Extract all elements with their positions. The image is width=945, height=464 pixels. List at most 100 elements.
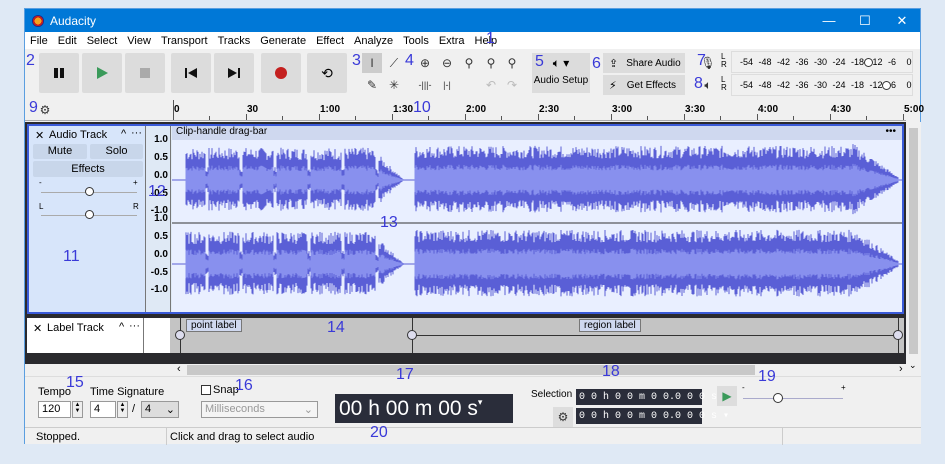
meter-tick: -54 <box>740 80 754 90</box>
zoom-in-button[interactable]: ⊕ <box>415 53 435 73</box>
close-button[interactable]: ✕ <box>885 9 919 32</box>
pause-button[interactable] <box>39 53 79 93</box>
label-area[interactable]: point label region label <box>170 318 904 353</box>
vertical-scrollbar[interactable]: ⌄ <box>906 122 921 376</box>
close-track-icon[interactable]: ✕ <box>33 322 42 335</box>
play-at-speed-button[interactable]: ▶ <box>717 386 737 406</box>
scroll-left-icon[interactable]: ‹ <box>177 363 181 375</box>
snap-unit-select[interactable]: Milliseconds ⌄ <box>201 401 318 418</box>
menu-tools[interactable]: Tools <box>403 35 429 47</box>
collapse-icon[interactable]: ^ <box>121 128 126 140</box>
zoom-toggle-button[interactable]: ⚲ <box>502 53 522 73</box>
menu-view[interactable]: View <box>127 35 151 47</box>
track-menu-icon[interactable]: ··· <box>129 320 140 332</box>
maximize-button[interactable]: ☐ <box>848 9 882 32</box>
meter-thumb[interactable] <box>864 58 873 67</box>
meter-lr-label: LR <box>721 75 727 92</box>
skip-start-button[interactable] <box>171 53 211 93</box>
clip[interactable]: Clip-handle drag-bar ••• <box>172 126 902 312</box>
selection-start[interactable]: 0 0 h 0 0 m 0 0.0 0 0 s ▾ <box>576 389 729 405</box>
playback-speed-slider[interactable] <box>743 398 843 399</box>
fit-selection-button[interactable]: ⚲ <box>459 53 479 73</box>
collapse-icon[interactable]: ^ <box>119 321 124 333</box>
pause-icon <box>54 68 64 78</box>
track-menu-icon[interactable]: ··· <box>131 127 142 139</box>
clip-handle-drag-bar[interactable]: Clip-handle drag-bar ••• <box>172 126 902 140</box>
solo-button[interactable]: Solo <box>90 144 143 159</box>
record-button[interactable] <box>261 53 301 93</box>
share-audio-button[interactable]: ⇪ Share Audio <box>603 53 685 73</box>
scroll-right-icon[interactable]: › <box>899 363 903 375</box>
fit-project-button[interactable]: ⚲ <box>481 53 501 73</box>
playback-meter[interactable]: -54 -48 -42 -36 -30 -24 -18 -12 -6 0 <box>731 74 913 96</box>
skip-end-button[interactable] <box>214 53 254 93</box>
pan-right-label: R <box>133 202 139 211</box>
menu-analyze[interactable]: Analyze <box>354 35 393 47</box>
multi-tool[interactable]: ✳ <box>384 75 404 95</box>
track-name[interactable]: Label Track <box>47 322 104 334</box>
tempo-input[interactable]: 120 <box>38 401 71 418</box>
time-display[interactable]: 00 h 00 m 00 s▾ <box>335 394 513 423</box>
vertical-scale[interactable]: 1.0 0.5 0.0 -0.5 -1.0 1.0 0.5 0.0 -0.5 -1.0 <box>147 126 171 312</box>
pan-slider-thumb[interactable] <box>85 210 94 219</box>
label-track[interactable]: ✕ Label Track ^ ··· point label region l… <box>27 318 904 353</box>
gain-slider-thumb[interactable] <box>85 187 94 196</box>
audio-track[interactable]: ✕ Audio Track ^ ··· Mute Solo Effects - … <box>27 124 904 314</box>
zoom-out-icon: ⊖ <box>441 56 453 70</box>
region-label[interactable]: region label <box>579 319 641 332</box>
audacity-logo-icon <box>32 14 44 27</box>
zoom-out-button[interactable]: ⊖ <box>437 53 457 73</box>
draw-tool[interactable]: ✎ <box>362 75 382 95</box>
ruler-tick <box>684 114 685 120</box>
region-end-handle[interactable] <box>893 330 903 340</box>
selection-tool[interactable]: I <box>362 53 382 73</box>
menu-edit[interactable]: Edit <box>58 35 77 47</box>
timeline-ruler[interactable]: ⚙ 0 30 1:00 1:30 2:00 2:30 3:00 3:30 4:00 4:30 5:0… <box>25 99 924 121</box>
selection-end[interactable]: 0 0 h 0 0 m 0 0.0 0 0 s ▾ <box>576 408 729 424</box>
speed-slider-thumb[interactable] <box>773 393 783 403</box>
menu-extra[interactable]: Extra <box>439 35 465 47</box>
redo-button[interactable]: ↷ <box>502 75 522 95</box>
snap-checkbox[interactable] <box>201 385 211 395</box>
menu-effect[interactable]: Effect <box>316 35 344 47</box>
scale-label: 0.5 <box>154 231 168 242</box>
time-signature-denominator[interactable]: 4 ⌄ <box>141 401 179 418</box>
scroll-thumb[interactable] <box>909 128 918 354</box>
undo-button[interactable]: ↶ <box>481 75 501 95</box>
stop-button[interactable] <box>125 53 165 93</box>
close-track-icon[interactable]: ✕ <box>35 129 44 142</box>
loop-button[interactable]: ⟲ <box>307 53 347 93</box>
point-label-handle[interactable] <box>175 330 185 340</box>
minimize-button[interactable]: — <box>812 9 846 32</box>
time-signature-numerator[interactable]: 4 <box>90 401 116 418</box>
trim-button[interactable]: -|||- <box>415 75 435 95</box>
selection-settings-button[interactable]: ⚙ <box>553 407 573 427</box>
recording-meter[interactable]: -54 -48 -42 -36 -30 -24 -18 -12 -6 0 <box>731 51 913 73</box>
get-effects-button[interactable]: ⚡︎ Get Effects <box>603 75 685 95</box>
silence-button[interactable]: |-| <box>437 75 457 95</box>
scroll-down-icon[interactable]: ⌄ <box>909 360 917 371</box>
mute-button[interactable]: Mute <box>33 144 87 159</box>
ruler-tick <box>830 114 831 120</box>
scroll-thumb[interactable] <box>187 365 755 375</box>
clip-menu-icon[interactable]: ••• <box>885 126 896 137</box>
scale-label: 0.0 <box>154 170 168 181</box>
timeline-settings-button[interactable]: ⚙ <box>35 100 55 120</box>
play-button[interactable] <box>82 53 122 93</box>
envelope-tool[interactable]: ⟋ <box>384 53 404 73</box>
menu-tracks[interactable]: Tracks <box>218 35 251 47</box>
menu-transport[interactable]: Transport <box>161 35 208 47</box>
numerator-spinner[interactable]: ▲ ▼ <box>117 401 128 418</box>
menu-generate[interactable]: Generate <box>260 35 306 47</box>
menu-select[interactable]: Select <box>87 35 118 47</box>
tempo-spinner[interactable]: ▲ ▼ <box>72 401 83 418</box>
annotation: 4 <box>405 52 414 69</box>
menu-file[interactable]: File <box>30 35 48 47</box>
meter-thumb[interactable] <box>882 81 891 90</box>
point-label[interactable]: point label <box>186 319 242 332</box>
record-icon <box>275 67 287 79</box>
track-name[interactable]: Audio Track <box>49 129 107 141</box>
ruler-tick-label: 3:00 <box>612 104 633 115</box>
effects-button[interactable]: Effects <box>33 161 143 177</box>
region-start-handle[interactable] <box>407 330 417 340</box>
